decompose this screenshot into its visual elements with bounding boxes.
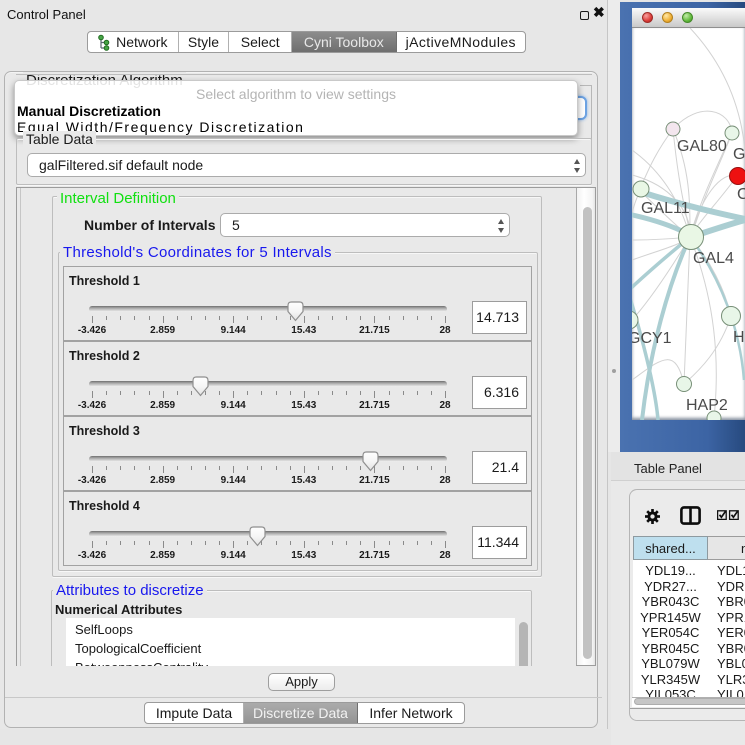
svg-text:GA: GA bbox=[733, 146, 745, 163]
svg-text:GAL4: GAL4 bbox=[693, 250, 734, 267]
svg-text:GAL80: GAL80 bbox=[677, 138, 727, 155]
svg-text:C: C bbox=[737, 186, 745, 203]
svg-text:GCY1: GCY1 bbox=[632, 330, 672, 347]
svg-text:HAP2: HAP2 bbox=[686, 397, 728, 414]
svg-text:H: H bbox=[733, 329, 745, 346]
svg-text:GAL11: GAL11 bbox=[641, 200, 690, 217]
